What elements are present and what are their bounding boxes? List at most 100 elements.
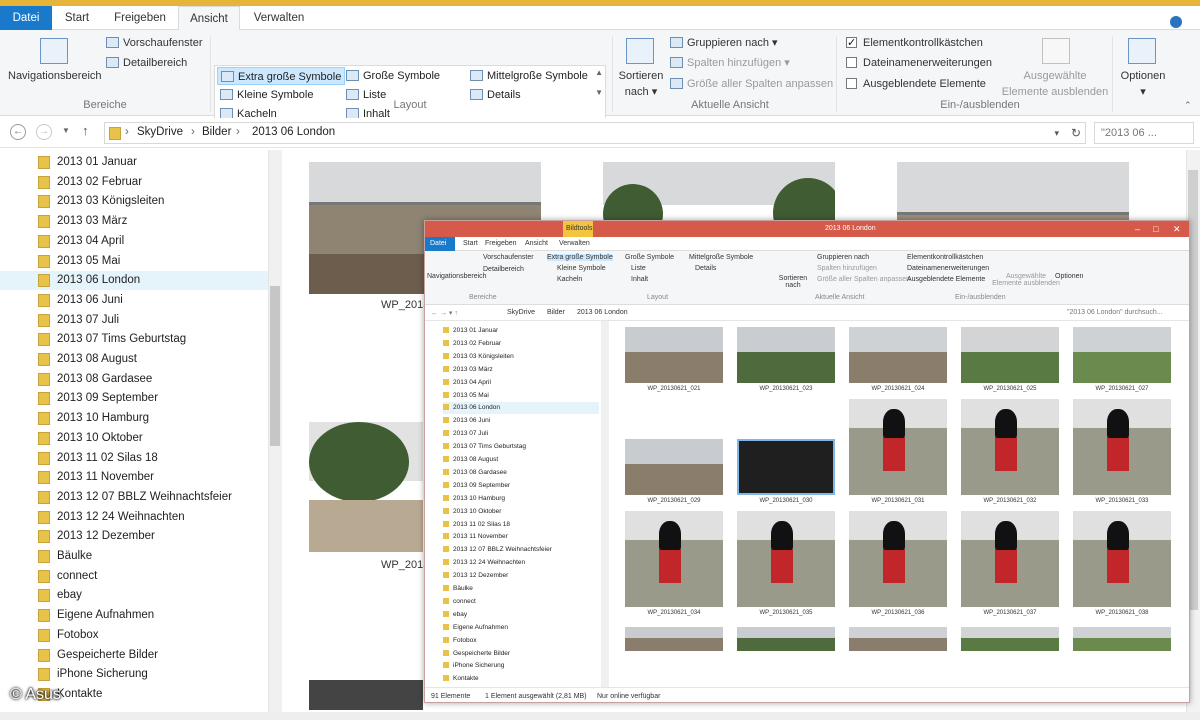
nav-item[interactable]: Eigene Aufnahmen (0, 606, 268, 625)
tab-ansicht[interactable]: Ansicht (178, 6, 240, 31)
inner-nav-item[interactable]: 2013 03 Königsleiten (443, 351, 599, 363)
inner-ribbon-item[interactable]: Optionen (1055, 273, 1083, 280)
nav-item[interactable]: 2013 08 Gardasee (0, 370, 268, 389)
inner-crumb[interactable]: Bilder (547, 309, 565, 316)
tab-start[interactable]: Start (56, 6, 98, 30)
inner-minimize-icon[interactable]: – (1135, 224, 1140, 234)
inner-nav-item[interactable]: ebay (443, 609, 599, 621)
ausgewaehlte-elemente-ausblenden-button[interactable]: Ausgewählte Elemente ausblenden (1000, 68, 1110, 100)
layout-details[interactable]: Details (467, 86, 524, 104)
inner-photo-thumbnail[interactable] (849, 627, 947, 651)
inner-nav-item[interactable]: 2013 10 Oktober (443, 506, 599, 518)
tab-verwalten[interactable]: Verwalten (246, 6, 312, 30)
nav-item[interactable]: 2013 03 Königsleiten (0, 192, 268, 211)
layout-extra-large-icons[interactable]: Extra große Symbole (217, 67, 346, 85)
inner-nav-item[interactable]: Fotobox (443, 635, 599, 647)
inner-photo-thumbnail[interactable] (625, 511, 723, 607)
inner-nav-scrollbar[interactable] (601, 321, 609, 687)
inner-nav-item[interactable]: 2013 11 November (443, 531, 599, 543)
inner-crumb[interactable]: SkyDrive (507, 309, 535, 316)
inner-nav-item[interactable]: 2013 12 Dezember (443, 570, 599, 582)
inner-nav-item[interactable]: 2013 01 Januar (443, 325, 599, 337)
nav-item[interactable]: 2013 10 Hamburg (0, 409, 268, 428)
inner-photo-thumbnail[interactable] (625, 327, 723, 383)
nav-item[interactable]: 2013 04 April (0, 232, 268, 251)
nav-item[interactable]: 2013 11 02 Silas 18 (0, 449, 268, 468)
nav-item[interactable]: iPhone Sicherung (0, 665, 268, 684)
inner-photo-thumbnail[interactable] (1073, 327, 1171, 383)
inner-photo-thumbnail[interactable] (737, 439, 835, 495)
inner-ribbon-item[interactable]: Sortieren nach (775, 275, 811, 289)
nav-item[interactable]: 2013 06 London (0, 271, 268, 291)
layout-small-icons[interactable]: Kleine Symbole (217, 86, 316, 104)
inner-nav-item[interactable]: 2013 07 Juli (443, 428, 599, 440)
inner-nav-item[interactable]: Gespeicherte Bilder (443, 648, 599, 660)
inner-nav-item[interactable]: 2013 08 Gardasee (443, 467, 599, 479)
nav-item[interactable]: 2013 12 24 Weihnachten (0, 508, 268, 527)
inner-photo-thumbnail[interactable] (737, 627, 835, 651)
nav-item[interactable]: Gespeicherte Bilder (0, 646, 268, 665)
inner-ribbon-item[interactable]: Detailbereich (483, 266, 524, 273)
inner-ribbon-item[interactable]: Elementkontrollkästchen (907, 254, 983, 261)
up-arrow-icon[interactable]: ↑ (82, 123, 89, 138)
inner-ribbon-item[interactable]: Ausgeblendete Elemente (907, 276, 985, 283)
inner-ribbon-item[interactable]: Vorschaufenster (483, 254, 534, 261)
inner-ribbon-item[interactable]: Kacheln (557, 276, 582, 283)
nav-item[interactable]: 2013 05 Mai (0, 252, 268, 271)
inner-ribbon-item[interactable]: Gruppieren nach (817, 254, 869, 261)
nav-item[interactable]: 2013 12 Dezember (0, 527, 268, 546)
inner-nav-item[interactable]: Eigene Aufnahmen (443, 622, 599, 634)
spaltengroesse-button[interactable]: Größe aller Spalten anpassen (670, 76, 833, 92)
layout-large-icons[interactable]: Große Symbole (343, 67, 443, 85)
inner-ribbon-item[interactable]: Inhalt (631, 276, 648, 283)
inner-photo-thumbnail[interactable] (961, 327, 1059, 383)
inner-ribbon-item[interactable]: Navigationsbereich (427, 273, 487, 280)
photo-thumbnail[interactable] (309, 680, 423, 710)
inner-nav-item[interactable]: iPhone Sicherung (443, 660, 599, 672)
breadcrumb-bilder[interactable]: Bilder (202, 126, 231, 138)
help-icon[interactable] (1170, 16, 1182, 28)
navigationsbereich-button[interactable]: Navigationsbereich (8, 68, 102, 84)
inner-photo-thumbnail[interactable] (1073, 627, 1171, 651)
navigation-scroll-thumb[interactable] (270, 286, 280, 446)
breadcrumb-london[interactable]: 2013 06 London (252, 126, 335, 138)
inner-maximize-icon[interactable]: □ (1153, 224, 1158, 234)
inner-tab-datei[interactable]: Datei (430, 240, 446, 247)
nav-item[interactable]: 2013 10 Oktober (0, 429, 268, 448)
inner-nav-item[interactable]: 2013 12 24 Weihnachten (443, 557, 599, 569)
nav-item[interactable]: connect (0, 567, 268, 586)
inner-search-input[interactable]: "2013 06 London" durchsuch... (1067, 309, 1163, 316)
spalten-hinzufuegen-button[interactable]: Spalten hinzufügen ▾ (670, 55, 790, 71)
nav-item[interactable]: 2013 06 Juni (0, 291, 268, 310)
inner-tab-freigeben[interactable]: Freigeben (485, 240, 517, 247)
nav-item[interactable]: 2013 03 März (0, 212, 268, 231)
address-dropdown-icon[interactable]: ▾ (1054, 128, 1059, 139)
sortieren-nach-button[interactable]: Sortieren nach ▾ (618, 68, 664, 100)
gallery-scroll-up-icon[interactable]: ▲ (595, 68, 603, 77)
nav-item[interactable]: Bäulke (0, 547, 268, 566)
nav-item[interactable]: 2013 08 August (0, 350, 268, 369)
optionen-button[interactable]: Optionen ▾ (1118, 68, 1168, 100)
inner-crumb[interactable]: 2013 06 London (577, 309, 628, 316)
nav-item[interactable]: ebay (0, 586, 268, 605)
address-field[interactable]: › SkyDrive › Bilder › 2013 06 London ▾ ↻ (104, 122, 1086, 144)
inner-nav-item[interactable]: connect (443, 596, 599, 608)
inner-nav-item[interactable]: 2013 11 02 Silas 18 (443, 519, 599, 531)
tab-datei[interactable]: Datei (0, 6, 52, 30)
inner-nav-item[interactable]: 2013 02 Februar (443, 338, 599, 350)
inner-ribbon-item[interactable]: Ausgewählte Elemente ausblenden (991, 273, 1061, 287)
inner-photo-thumbnail[interactable] (849, 511, 947, 607)
inner-ribbon-item[interactable]: Kleine Symbole (557, 265, 606, 272)
inner-ribbon-item[interactable]: Mittelgroße Symbole (689, 254, 753, 261)
inner-nav-item[interactable]: 2013 03 März (443, 364, 599, 376)
inner-ribbon-item[interactable]: Liste (631, 265, 646, 272)
gallery-scroll-down-icon[interactable]: ▼ (595, 88, 603, 97)
inner-nav-item[interactable]: 2013 04 April (443, 377, 599, 389)
inner-photo-thumbnail[interactable] (849, 327, 947, 383)
inner-photo-thumbnail[interactable] (625, 627, 723, 651)
detailbereich-button[interactable]: Detailbereich (106, 55, 187, 71)
inner-photo-thumbnail[interactable] (737, 327, 835, 383)
inner-ribbon-item[interactable]: Details (695, 265, 716, 272)
layout-medium-icons[interactable]: Mittelgroße Symbole (467, 67, 591, 85)
vorschaufenster-button[interactable]: Vorschaufenster (106, 35, 203, 51)
